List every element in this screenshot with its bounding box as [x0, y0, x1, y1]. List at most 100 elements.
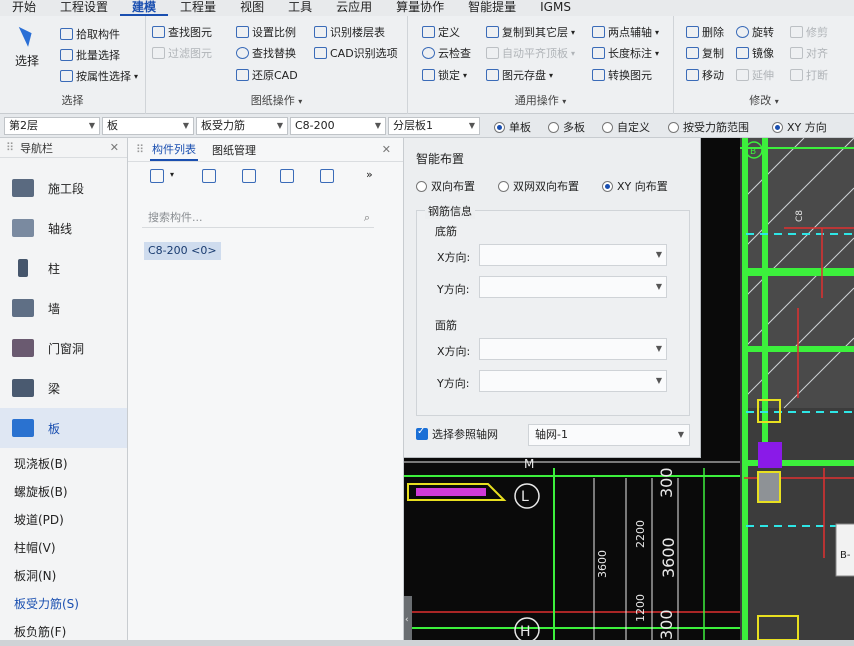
menu-smart-extract[interactable]: 智能提量	[456, 0, 528, 16]
sub-item-slab-hole[interactable]: 板洞(N)	[0, 562, 127, 590]
select-by-attr-button[interactable]: 按属性选择 ▾	[60, 68, 138, 84]
spec-select[interactable]: C8-200 ▼	[290, 117, 386, 135]
close-icon[interactable]: ✕	[110, 141, 119, 154]
nav-item-column[interactable]: 柱	[0, 248, 127, 288]
dropdown-icon: ▼	[655, 376, 662, 385]
sub-item-slab-negative-rebar[interactable]: 板负筋(F)	[0, 618, 127, 646]
delete-component-icon[interactable]	[242, 169, 256, 183]
floor-select[interactable]: 第2层 ▼	[4, 117, 100, 135]
find-replace-button[interactable]: 查找替换	[236, 45, 296, 61]
radio-two-way[interactable]: 双向布置	[416, 178, 475, 194]
nav-item-construction-section[interactable]: 施工段	[0, 168, 127, 208]
bottom-y-select[interactable]: ▼	[479, 276, 667, 298]
save-element-button[interactable]: 图元存盘 ▾	[486, 67, 553, 83]
pick-component-button[interactable]: 拾取构件	[60, 26, 120, 42]
define-button[interactable]: 定义	[422, 24, 460, 40]
reference-axis-checkbox[interactable]: 选择参照轴网	[416, 426, 498, 442]
axis-grid-select[interactable]: 轴网-1 ▼	[528, 424, 690, 446]
rotate-button[interactable]: 旋转	[736, 24, 774, 40]
menu-igms[interactable]: IGMS	[528, 0, 583, 16]
radio-single-board[interactable]: 单板	[494, 119, 531, 135]
tab-component-list[interactable]: 构件列表	[150, 139, 198, 161]
convert-element-button[interactable]: 转换图元	[592, 67, 652, 83]
find-element-button[interactable]: 查找图元	[152, 24, 212, 40]
bottom-x-select[interactable]: ▼	[479, 244, 667, 266]
lock-button[interactable]: 锁定 ▾	[422, 67, 467, 83]
component-toolbar: ▾ »	[128, 162, 403, 192]
align-button[interactable]: 对齐	[790, 45, 828, 61]
sub-item-spiral-slab[interactable]: 螺旋板(B)	[0, 478, 127, 506]
break-button[interactable]: 打断	[790, 67, 828, 83]
delete-button[interactable]: 删除	[686, 24, 724, 40]
dropdown-icon[interactable]: ▾	[170, 170, 174, 179]
radio-xy-layout[interactable]: XY 向布置	[602, 178, 668, 194]
mirror-button[interactable]: 镜像	[736, 45, 774, 61]
trim-button[interactable]: 修剪	[790, 24, 828, 40]
cloud-check-button[interactable]: 云检查	[422, 45, 471, 61]
grip-icon[interactable]: ⠿	[6, 141, 14, 154]
move-button[interactable]: 移动	[686, 67, 724, 83]
radio-multi-board[interactable]: 多板	[548, 119, 585, 135]
type-select[interactable]: 板受力筋 ▼	[196, 117, 288, 135]
select-button[interactable]: 选择	[10, 23, 44, 69]
menu-collab[interactable]: 算量协作	[384, 0, 456, 16]
layer-copy-icon[interactable]	[280, 169, 294, 183]
menu-project-settings[interactable]: 工程设置	[48, 0, 120, 16]
restore-cad-button[interactable]: 还原CAD	[236, 67, 298, 83]
length-mark-button[interactable]: 长度标注 ▾	[592, 45, 659, 61]
axis-label-b: B	[750, 147, 756, 157]
menu-tools[interactable]: 工具	[276, 0, 324, 16]
nav-item-list: 施工段 轴线 柱 墙 门窗洞 梁 板	[0, 158, 127, 448]
auto-flat-button[interactable]: 自动平齐顶板 ▾	[486, 45, 575, 61]
identify-floor-table-button[interactable]: 识别楼层表	[314, 24, 385, 40]
two-point-axis-button[interactable]: 两点辅轴 ▾	[592, 24, 659, 40]
nav-item-slab[interactable]: 板	[0, 408, 127, 448]
radio-custom[interactable]: 自定义	[602, 119, 650, 135]
top-x-select[interactable]: ▼	[479, 338, 667, 360]
filter-element-button[interactable]: 过滤图元	[152, 45, 212, 61]
nav-item-label: 柱	[48, 261, 61, 276]
sub-item-slab-tension-rebar[interactable]: 板受力筋(S)	[0, 590, 127, 618]
ribbon-group-drawing: 查找图元 过滤图元 设置比例 查找替换 还原CAD 识别楼层表 CAD识别选项 …	[146, 16, 408, 114]
copy-to-floor-button[interactable]: 复制到其它层 ▾	[486, 24, 575, 40]
menu-quantity[interactable]: 工程量	[168, 0, 228, 16]
search-icon[interactable]: ⌕	[364, 208, 370, 228]
radio-xy-direction[interactable]: XY 方向	[772, 119, 827, 135]
category-select[interactable]: 板 ▼	[102, 117, 194, 135]
sub-item-column-cap[interactable]: 柱帽(V)	[0, 534, 127, 562]
batch-select-button[interactable]: 批量选择	[60, 47, 120, 63]
layer-value: 分层板1	[393, 119, 433, 132]
tab-drawing-management[interactable]: 图纸管理	[210, 140, 258, 160]
nav-item-wall[interactable]: 墙	[0, 288, 127, 328]
copy-button[interactable]: 复制	[686, 45, 724, 61]
ribbon-group-select: 选择 拾取构件 批量选择 按属性选择 ▾ 选择	[0, 16, 146, 114]
ribbon-group-modify: 删除 旋转 修剪 复制 镜像 对齐 移动 延伸 打断 修改 ▾	[674, 16, 854, 114]
nav-item-door-window[interactable]: 门窗洞	[0, 328, 127, 368]
close-icon[interactable]: ✕	[382, 143, 391, 156]
radio-double-net[interactable]: 双网双向布置	[498, 178, 579, 194]
more-icon[interactable]: »	[366, 168, 373, 181]
set-scale-button[interactable]: 设置比例	[236, 24, 296, 40]
copy-component-icon[interactable]	[202, 169, 216, 183]
menu-cloud[interactable]: 云应用	[324, 0, 384, 16]
nav-item-beam[interactable]: 梁	[0, 368, 127, 408]
radio-by-rebar-range[interactable]: 按受力筋范围	[668, 119, 749, 135]
new-component-icon[interactable]	[150, 169, 164, 183]
beam-horizontal	[742, 268, 854, 276]
component-search-input[interactable]: 搜索构件... ⌕	[142, 208, 374, 228]
nav-item-axis[interactable]: 轴线	[0, 208, 127, 248]
layer-select[interactable]: 分层板1 ▼	[388, 117, 480, 135]
checkbox-checked[interactable]	[416, 426, 428, 440]
top-y-select[interactable]: ▼	[479, 370, 667, 392]
component-list-item[interactable]: C8-200 <0>	[144, 242, 221, 260]
filter-component-icon[interactable]	[320, 169, 334, 183]
menu-modeling[interactable]: 建模	[120, 0, 169, 16]
grip-icon[interactable]: ⠿	[136, 143, 144, 156]
menu-view[interactable]: 视图	[228, 0, 276, 16]
cad-options-button[interactable]: CAD识别选项	[314, 45, 398, 61]
group-title-modify: 修改 ▾	[674, 92, 854, 108]
extend-button[interactable]: 延伸	[736, 67, 774, 83]
sub-item-ramp[interactable]: 坡道(PD)	[0, 506, 127, 534]
sub-item-cast-slab[interactable]: 现浇板(B)	[0, 450, 127, 478]
menu-start[interactable]: 开始	[0, 0, 48, 16]
